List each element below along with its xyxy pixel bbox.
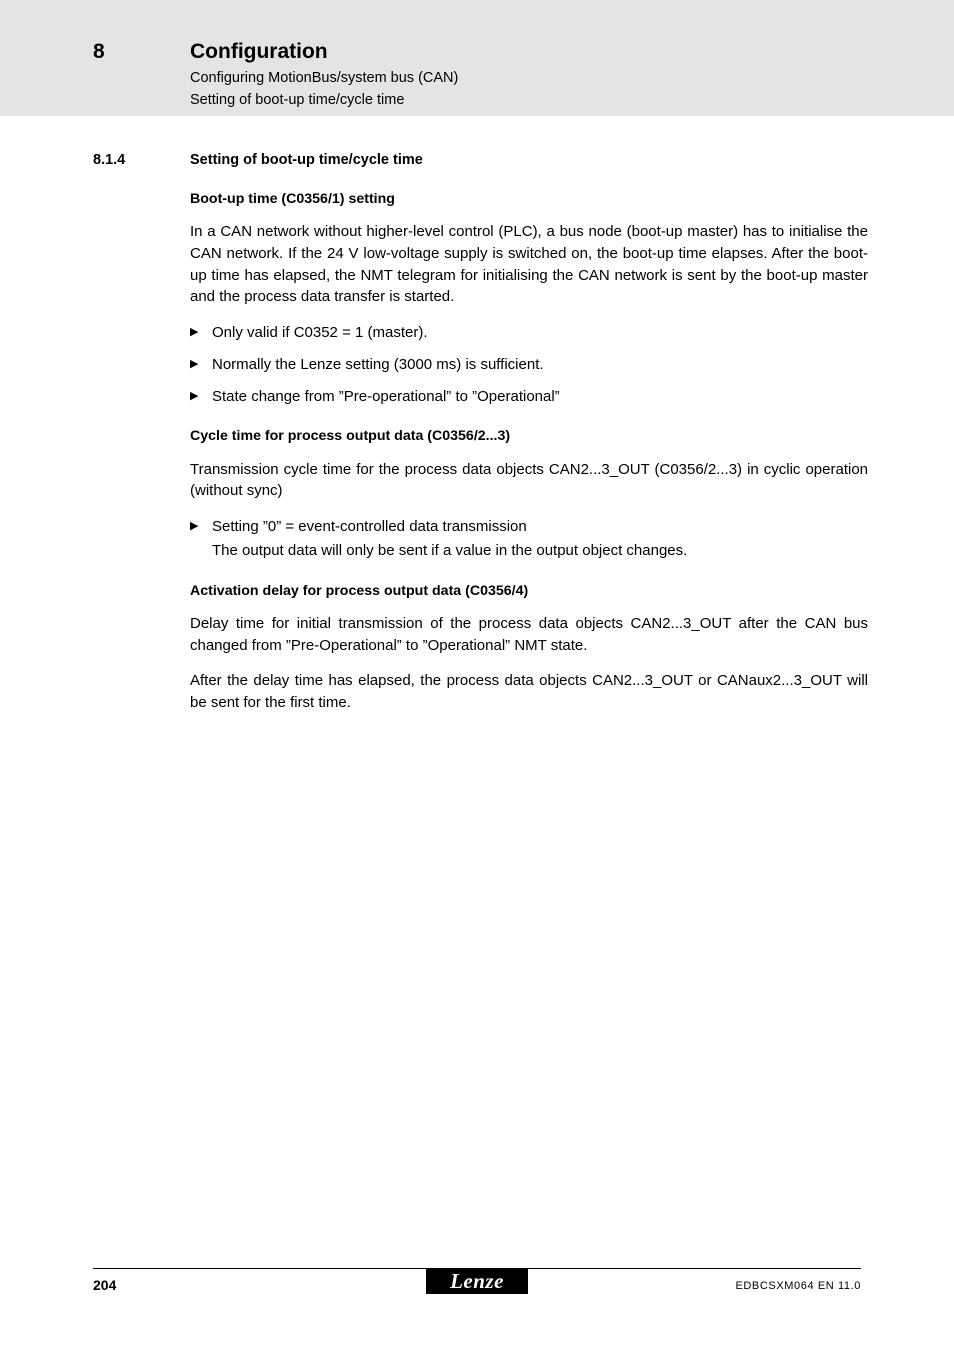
triangle-right-icon: ▶ (190, 520, 199, 533)
header-chapter-number: 8 (93, 40, 105, 63)
document-page: 8 Configuration Configuring MotionBus/sy… (0, 0, 954, 1350)
bootup-bullet-list: ▶ Only valid if C0352 = 1 (master). ▶ No… (190, 322, 868, 407)
list-item: ▶ Only valid if C0352 = 1 (master). (190, 322, 868, 344)
page-header-band: 8 Configuration Configuring MotionBus/sy… (0, 0, 954, 116)
section-number: 8.1.4 (93, 152, 126, 168)
bootup-bullet-3: State change from ”Pre-operational” to ”… (212, 387, 560, 405)
list-item: ▶ Normally the Lenze setting (3000 ms) i… (190, 354, 868, 376)
triangle-right-icon: ▶ (190, 357, 199, 370)
activation-delay-paragraph-2: After the delay time has elapsed, the pr… (190, 672, 868, 712)
page-content: Boot-up time (C0356/1) setting In a CAN … (190, 190, 868, 728)
list-item: ▶ State change from ”Pre-operational” to… (190, 386, 868, 408)
triangle-right-icon: ▶ (190, 389, 199, 402)
header-subtitle-primary: Configuring MotionBus/system bus (CAN) (190, 70, 459, 86)
activation-delay-paragraph-1: Delay time for initial transmission of t… (190, 614, 868, 654)
cycle-time-paragraph: Transmission cycle time for the process … (190, 460, 868, 500)
lenze-logo: Lenze (426, 1268, 528, 1294)
list-item: ▶ Setting ”0” = event-controlled data tr… (190, 516, 868, 562)
page-number: 204 (93, 1277, 117, 1293)
cycle-time-bullet-list: ▶ Setting ”0” = event-controlled data tr… (190, 516, 868, 562)
bootup-bullet-1: Only valid if C0352 = 1 (master). (212, 324, 428, 342)
cycle-time-bullet-1: Setting ”0” = event-controlled data tran… (212, 518, 527, 536)
activation-delay-heading: Activation delay for process output data… (190, 582, 529, 599)
header-subtitle-secondary: Setting of boot-up time/cycle time (190, 92, 405, 108)
header-title: Configuration (190, 40, 328, 63)
cycle-time-heading: Cycle time for process output data (C035… (190, 428, 511, 445)
bootup-heading: Boot-up time (C0356/1) setting (190, 191, 395, 207)
document-code: EDBCSXM064 EN 11.0 (735, 1280, 861, 1292)
section-title: Setting of boot-up time/cycle time (190, 152, 423, 168)
cycle-time-bullet-1-sub: The output data will only be sent if a v… (212, 541, 688, 559)
bootup-paragraph: In a CAN network without higher-level co… (190, 223, 868, 306)
bootup-bullet-2: Normally the Lenze setting (3000 ms) is … (212, 355, 544, 373)
triangle-right-icon: ▶ (190, 326, 199, 339)
